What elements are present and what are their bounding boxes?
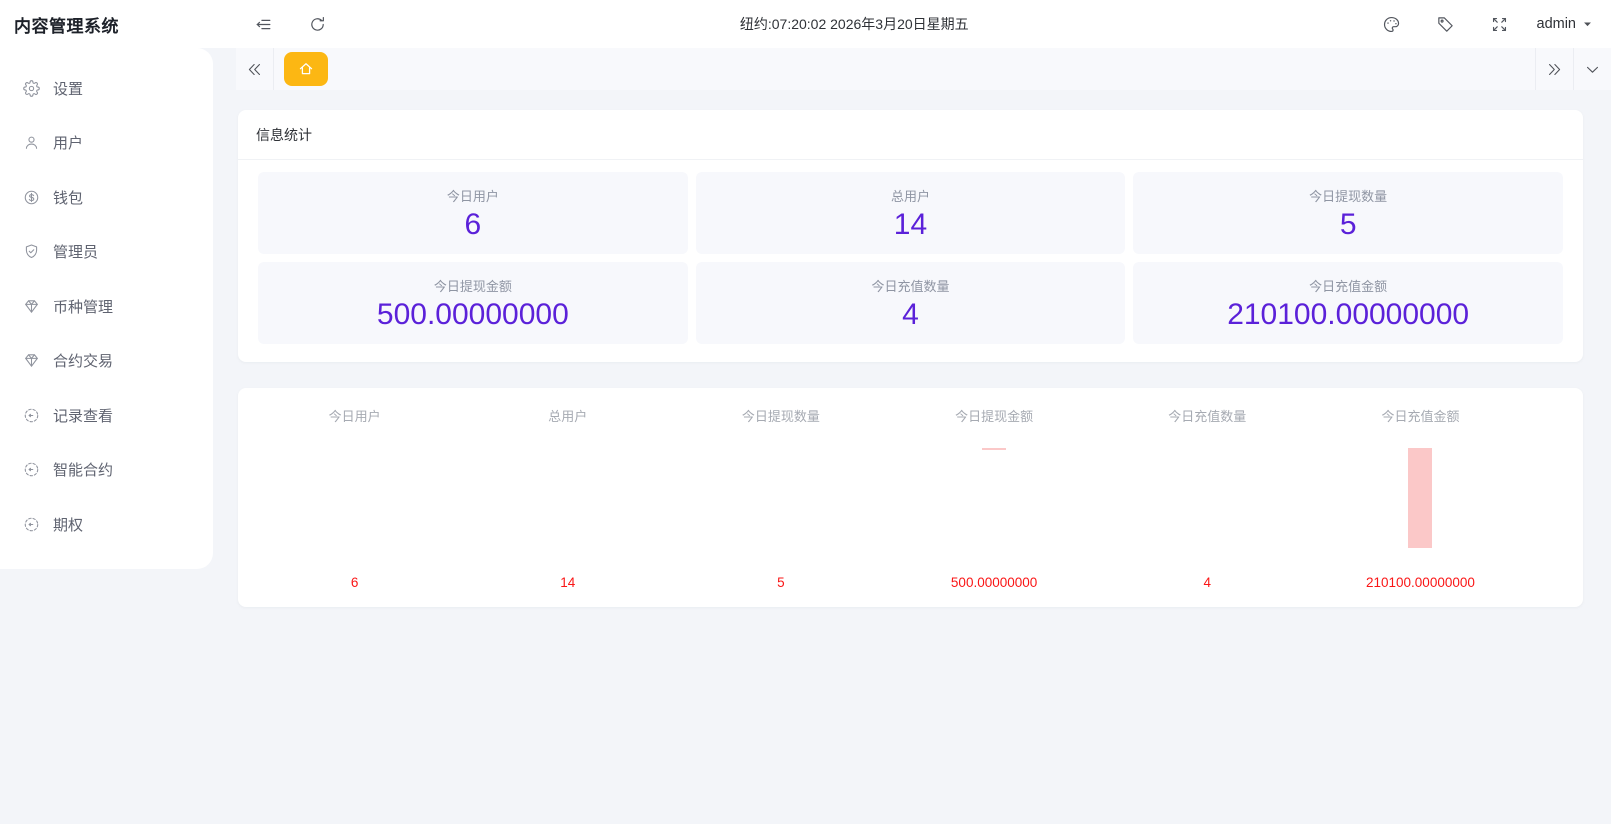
- sidebar-item-smart-contract[interactable]: 智能合约: [0, 443, 213, 498]
- chart-column-today-users: 今日用户 6: [248, 406, 461, 590]
- sidebar-item-label: 币种管理: [53, 296, 113, 317]
- sidebar-item-label: 管理员: [53, 241, 98, 262]
- dashed-circle-icon: [23, 516, 40, 533]
- sidebar: 设置 用户 钱包 管理员 币种管理 合约交易 记录查看 智能合约 期权: [0, 48, 213, 569]
- gem-icon: [23, 298, 40, 315]
- user-menu[interactable]: admin: [1537, 16, 1594, 32]
- stat-value: 500.00000000: [377, 300, 569, 330]
- fullscreen-button[interactable]: [1488, 12, 1512, 36]
- sidebar-item-options[interactable]: 期权: [0, 497, 213, 552]
- app-title: 内容管理系统: [0, 12, 236, 37]
- stat-value: 4: [902, 300, 919, 330]
- dashed-circle-icon: [23, 461, 40, 478]
- tag-button[interactable]: [1434, 12, 1458, 36]
- sidebar-menu: 设置 用户 钱包 管理员 币种管理 合约交易 记录查看 智能合约 期权: [0, 61, 213, 552]
- sidebar-item-label: 合约交易: [53, 350, 113, 371]
- stat-label: 今日充值金额: [1309, 276, 1387, 295]
- home-icon: [297, 60, 315, 78]
- chart-card: 今日用户 6 总用户 14 今日提现数量 5 今日提现金额 500.000000…: [238, 388, 1583, 607]
- chart-bar: [982, 448, 1006, 450]
- sidebar-item-admins[interactable]: 管理员: [0, 225, 213, 280]
- stat-value: 5: [1340, 210, 1357, 240]
- stat-label: 今日充值数量: [871, 276, 949, 295]
- main-area: 信息统计 今日用户 6 总用户 14 今日提现数量 5 今日提现金额 500.0…: [236, 48, 1611, 824]
- stats-card: 信息统计 今日用户 6 总用户 14 今日提现数量 5 今日提现金额 500.0…: [238, 110, 1583, 362]
- tab-bar: [236, 48, 1611, 90]
- menu-fold-button[interactable]: [251, 12, 275, 36]
- sidebar-item-label: 设置: [53, 78, 83, 99]
- stat-tile-today-withdraw-amount: 今日提现金额 500.00000000: [258, 262, 688, 344]
- stat-label: 今日提现金额: [434, 276, 512, 295]
- stat-label: 今日用户: [447, 186, 499, 205]
- gem-icon: [23, 352, 40, 369]
- sidebar-item-currency-management[interactable]: 币种管理: [0, 279, 213, 334]
- sidebar-item-records[interactable]: 记录查看: [0, 388, 213, 443]
- chart-category-label: 今日用户: [248, 406, 461, 428]
- sidebar-item-label: 期权: [53, 514, 83, 535]
- stat-value: 210100.00000000: [1227, 300, 1469, 330]
- stat-tile-today-recharge-amount: 今日充值金额 210100.00000000: [1133, 262, 1563, 344]
- shield-check-icon: [23, 243, 40, 260]
- chart-value-label: 14: [461, 575, 674, 590]
- chart-value-label: 5: [674, 575, 887, 590]
- chart-value-label: 6: [248, 575, 461, 590]
- sidebar-item-settings[interactable]: 设置: [0, 61, 213, 116]
- bar-chart: 今日用户 6 总用户 14 今日提现数量 5 今日提现金额 500.000000…: [248, 406, 1527, 590]
- stat-tile-total-users: 总用户 14: [696, 172, 1126, 254]
- chart-value-label: 210100.00000000: [1314, 575, 1527, 590]
- user-name: admin: [1537, 16, 1577, 32]
- chart-category-label: 总用户: [461, 406, 674, 428]
- dashed-circle-icon: [23, 407, 40, 424]
- sidebar-item-users[interactable]: 用户: [0, 116, 213, 171]
- scroll-tabs-right-button[interactable]: [1535, 48, 1573, 90]
- stats-card-title: 信息统计: [238, 110, 1583, 160]
- sidebar-item-label: 记录查看: [53, 405, 113, 426]
- stat-tile-today-recharge-count: 今日充值数量 4: [696, 262, 1126, 344]
- caret-down-icon: [1582, 19, 1593, 30]
- user-icon: [23, 134, 40, 151]
- sidebar-item-label: 智能合约: [53, 459, 113, 480]
- dollar-circle-icon: [23, 189, 40, 206]
- chart-category-label: 今日提现数量: [674, 406, 887, 428]
- chart-column-today-recharge-count: 今日充值数量 4: [1101, 406, 1314, 590]
- sidebar-item-label: 钱包: [53, 187, 83, 208]
- stat-value: 6: [464, 210, 481, 240]
- chart-category-label: 今日充值数量: [1101, 406, 1314, 428]
- scroll-tabs-left-button[interactable]: [236, 48, 274, 90]
- tab-home[interactable]: [284, 52, 328, 86]
- stat-tile-today-withdraw-count: 今日提现数量 5: [1133, 172, 1563, 254]
- chart-category-label: 今日充值金额: [1314, 406, 1527, 428]
- stat-label: 今日提现数量: [1309, 186, 1387, 205]
- chart-value-label: 4: [1101, 575, 1314, 590]
- chart-bar: [1408, 448, 1432, 548]
- stats-tiles: 今日用户 6 总用户 14 今日提现数量 5 今日提现金额 500.000000…: [238, 160, 1583, 362]
- tabs-dropdown-button[interactable]: [1573, 48, 1611, 90]
- sidebar-item-label: 用户: [53, 132, 83, 153]
- chart-column-today-withdraw-count: 今日提现数量 5: [674, 406, 887, 590]
- top-header: 内容管理系统 纽约:07:20:02 2026年3月20日星期五 admin: [0, 0, 1611, 48]
- stat-value: 14: [894, 210, 927, 240]
- tab-spacer: [328, 48, 1535, 90]
- clock-text: 纽约:07:20:02 2026年3月20日星期五: [344, 14, 1365, 34]
- gear-icon: [23, 80, 40, 97]
- chart-value-label: 500.00000000: [888, 575, 1101, 590]
- theme-palette-button[interactable]: [1380, 12, 1404, 36]
- stat-label: 总用户: [891, 186, 930, 205]
- refresh-button[interactable]: [305, 12, 329, 36]
- chart-column-today-withdraw-amount: 今日提现金额 500.00000000: [888, 406, 1101, 590]
- stat-tile-today-users: 今日用户 6: [258, 172, 688, 254]
- chart-column-total-users: 总用户 14: [461, 406, 674, 590]
- chart-column-today-recharge-amount: 今日充值金额 210100.00000000: [1314, 406, 1527, 590]
- chart-category-label: 今日提现金额: [888, 406, 1101, 428]
- sidebar-item-wallet[interactable]: 钱包: [0, 170, 213, 225]
- sidebar-item-contract-trading[interactable]: 合约交易: [0, 334, 213, 389]
